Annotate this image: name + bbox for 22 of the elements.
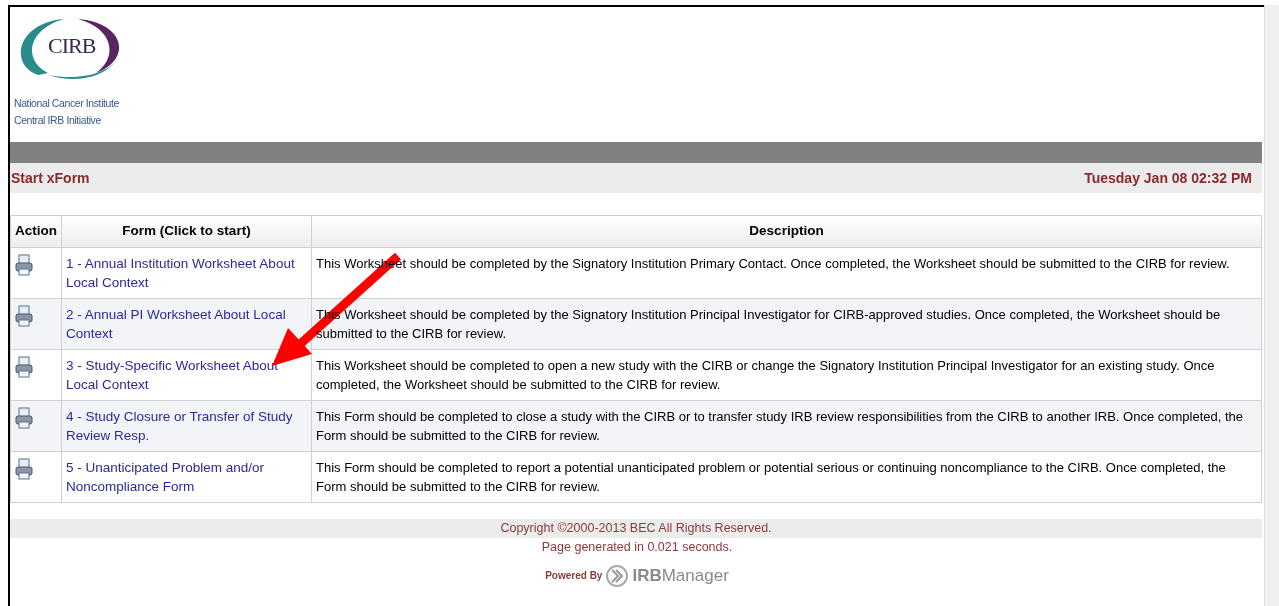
column-header: Description	[311, 215, 1262, 248]
description-text: This Form should be completed to report a potential unanticipated problem or potential serious or continuing noncompliance to the CIRB. Once completed, the Form should be submitted to the CIRB for review.	[316, 460, 1226, 494]
date-time: Tuesday Jan 08 02:32 PM	[1084, 168, 1252, 188]
page-title: Start xForm	[11, 168, 90, 188]
chevron-logo-icon	[606, 563, 629, 588]
printer-icon[interactable]	[15, 254, 33, 276]
description-text: This Form should be completed to close a study with the CIRB or to transfer study IRB review responsibilities from the CIRB to another IRB. Once completed, the Form should be submitted to the CIRB for review.	[316, 409, 1244, 443]
logo-text: National Cancer Institute	[14, 96, 120, 111]
generated-text: Page generated in 0.021 seconds.	[541, 539, 733, 556]
brand-text: IRBManager	[632, 564, 729, 587]
logo-text: Central IRB Initiative	[14, 113, 102, 128]
copyright-text: Copyright ©2000-2013 BEC All Rights Reserved.	[500, 520, 772, 538]
powered-by-text: Powered By	[545, 569, 603, 583]
column-header: Action	[10, 215, 62, 248]
printer-icon[interactable]	[15, 356, 33, 378]
scrollbar[interactable]	[1264, 5, 1279, 606]
printer-icon[interactable]	[15, 458, 33, 480]
description-text: This Worksheet should be completed to open a new study with the CIRB or change the Signatory Institution Principal Investigator for an existing study. Once completed, the Worksheet should be submitted to the CIRB for review.	[316, 358, 1215, 392]
printer-icon[interactable]	[15, 407, 33, 429]
logo-mark-text: CIRB	[48, 35, 96, 57]
column-header: Form (Click to start)	[61, 215, 312, 248]
printer-icon[interactable]	[15, 305, 33, 327]
